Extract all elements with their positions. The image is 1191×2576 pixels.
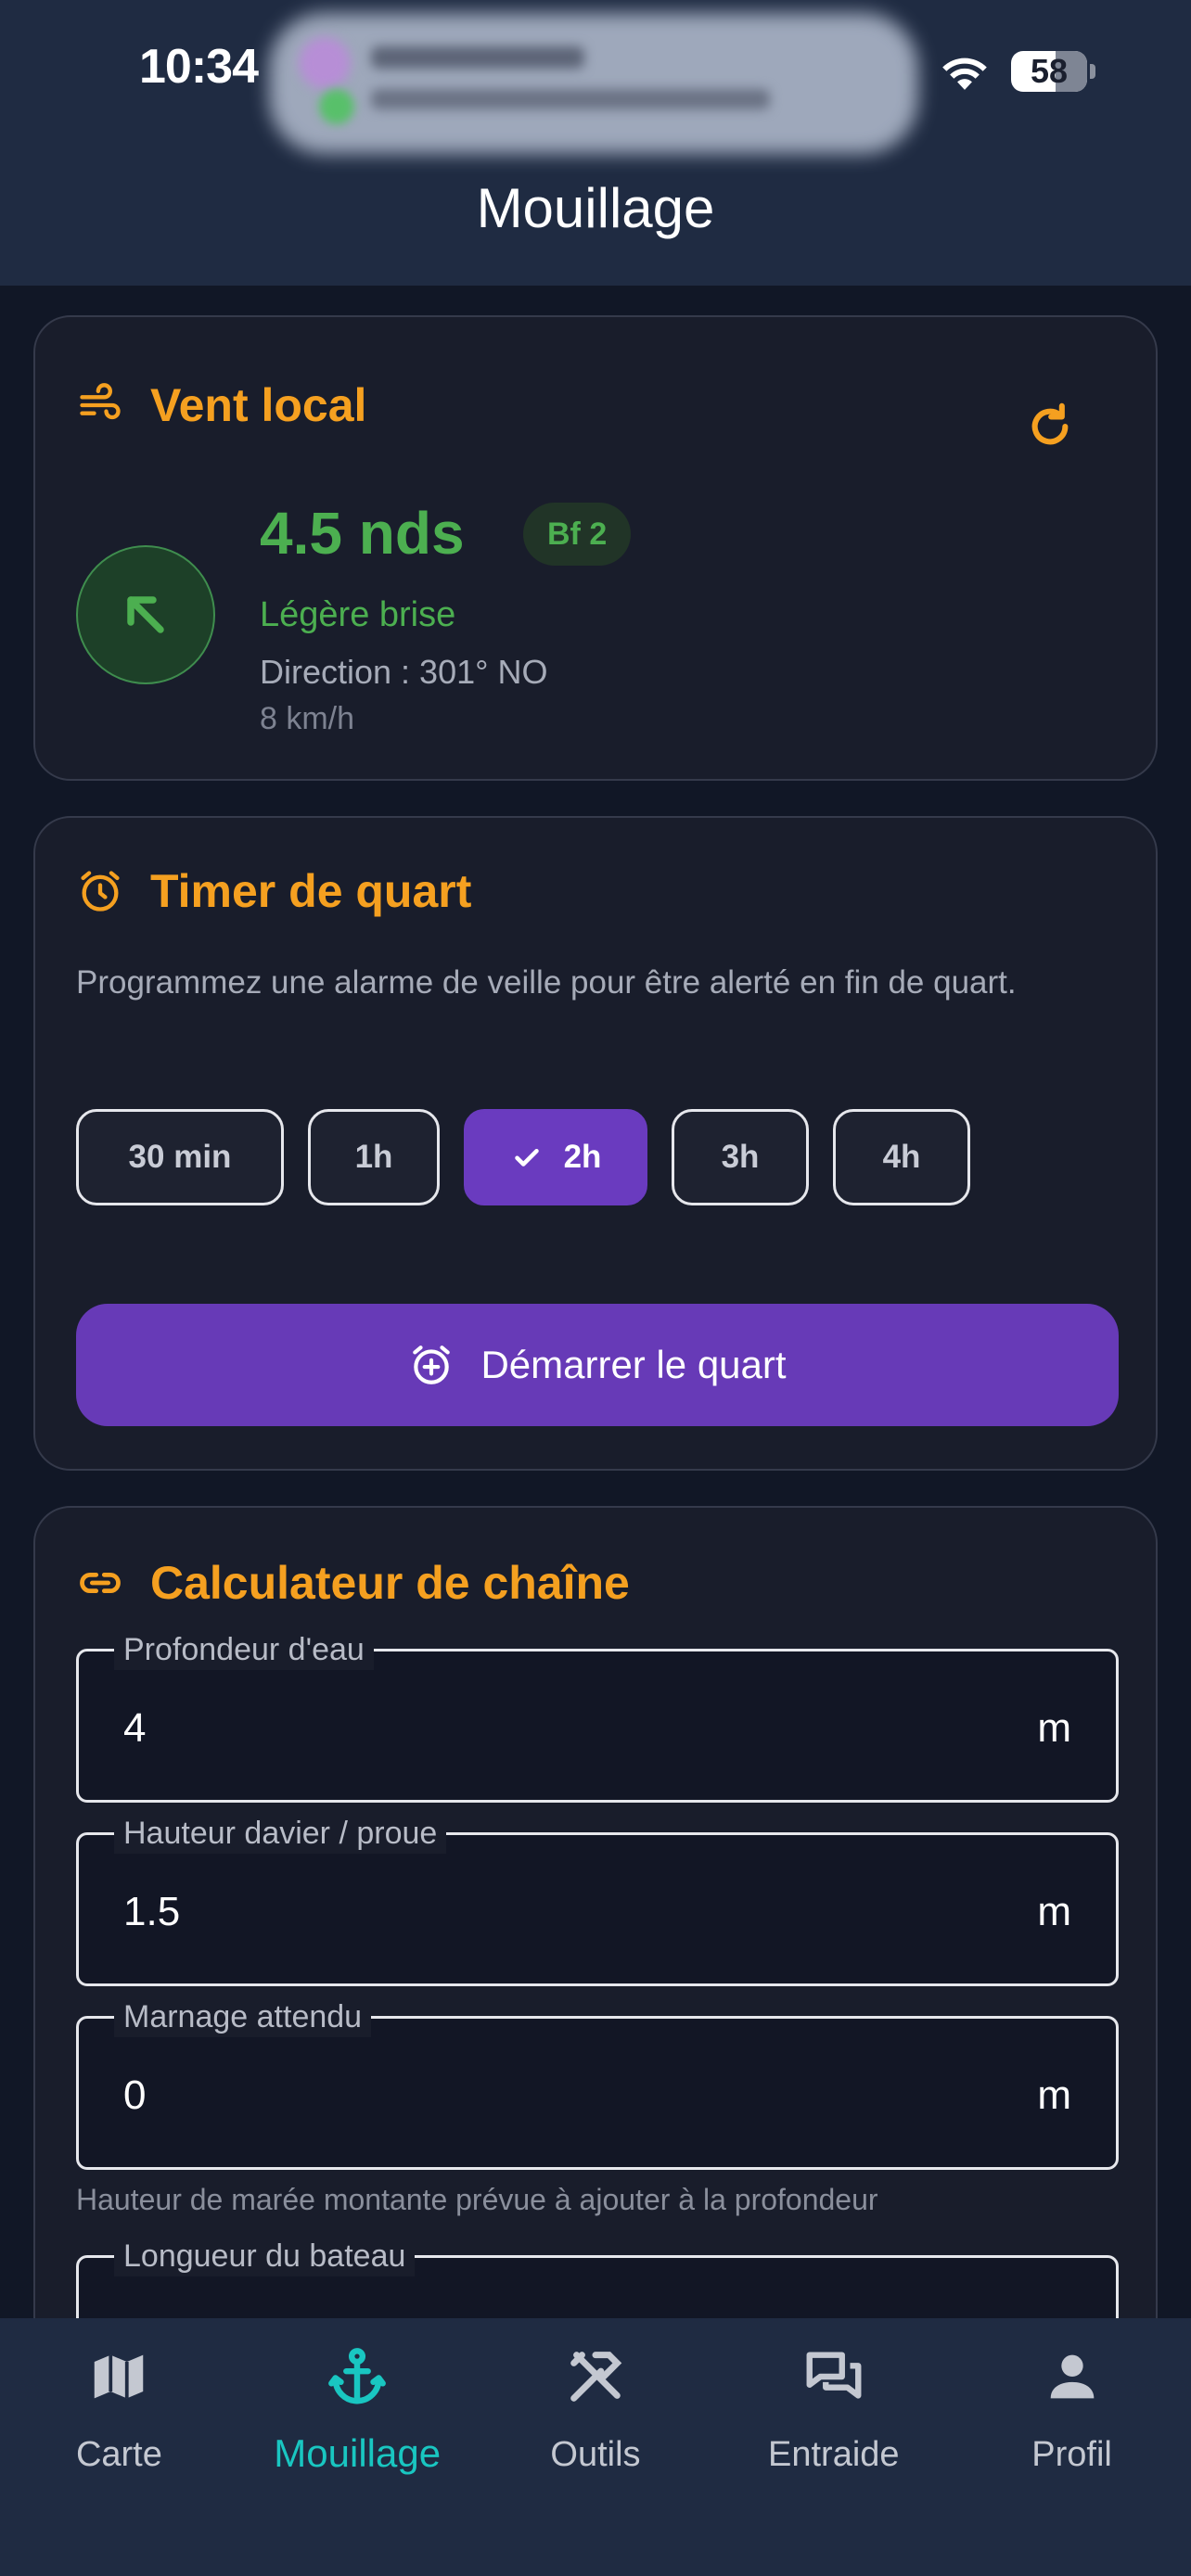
anchor-icon xyxy=(328,2348,387,2404)
status-time: 10:34 xyxy=(139,40,259,94)
timer-title: Timer de quart xyxy=(150,865,472,917)
app-header: 10:34 58 Mouillage xyxy=(0,0,1191,286)
forum-icon xyxy=(806,2352,862,2399)
chip-label: 1h xyxy=(354,1139,393,1175)
chip-label: 30 min xyxy=(128,1139,232,1175)
start-watch-button[interactable]: Démarrer le quart xyxy=(76,1304,1119,1426)
alarm-icon xyxy=(81,871,120,912)
nav-item-outils[interactable]: Outils xyxy=(477,2318,715,2576)
battery-indicator: 58 xyxy=(1011,51,1095,92)
wind-speed: 4.5 nds xyxy=(260,500,465,567)
battery-percent: 58 xyxy=(1030,52,1069,90)
nav-item-mouillage[interactable]: Mouillage xyxy=(238,2318,477,2576)
duration-chips: 30 min 1h 2h 3h 4h xyxy=(76,1109,970,1205)
timer-title-row: Timer de quart xyxy=(76,864,471,918)
link-icon xyxy=(80,1572,121,1594)
chip-4h[interactable]: 4h xyxy=(833,1109,970,1205)
wind-speed-kmh: 8 km/h xyxy=(260,701,355,736)
timer-description: Programmez une alarme de veille pour êtr… xyxy=(76,964,1017,1001)
map-icon xyxy=(95,2354,144,2399)
chip-label: 2h xyxy=(563,1139,602,1175)
start-watch-label: Démarrer le quart xyxy=(480,1343,787,1386)
status-indicators: 58 xyxy=(939,48,1095,95)
arrow-northwest-icon xyxy=(127,596,164,633)
field-value[interactable]: 1.5 xyxy=(123,1889,180,1935)
nav-label: Outils xyxy=(550,2435,641,2474)
field-value[interactable]: 4 xyxy=(123,1705,146,1752)
field-label: Marnage attendu xyxy=(114,1996,372,2037)
tools-icon xyxy=(570,2352,622,2402)
page-title: Mouillage xyxy=(476,177,715,239)
nav-label: Entraide xyxy=(768,2435,900,2474)
tidal-range-helper: Hauteur de marée montante prévue à ajout… xyxy=(76,2183,878,2216)
chip-1h[interactable]: 1h xyxy=(308,1109,440,1205)
wind-description: Légère brise xyxy=(260,595,456,634)
battery-tip xyxy=(1090,64,1095,79)
field-unit: m xyxy=(1037,1889,1071,1934)
field-label: Profondeur d'eau xyxy=(114,1629,374,1670)
nav-label: Mouillage xyxy=(274,2431,442,2475)
notification-avatar xyxy=(299,37,351,89)
person-icon xyxy=(1050,2354,1094,2399)
field-label: Hauteur davier / proue xyxy=(114,1813,447,1854)
chain-title: Calculateur de chaîne xyxy=(150,1557,630,1609)
wind-title-row: Vent local xyxy=(76,378,366,432)
wind-card: Vent local 4.5 nds Bf 2 Légère brise Dir… xyxy=(33,315,1158,781)
field-label: Longueur du bateau xyxy=(114,2236,416,2276)
nav-item-carte[interactable]: Carte xyxy=(0,2318,238,2576)
bottom-navigation: Carte Mouillage Outils Entraide Profil xyxy=(0,2318,1191,2576)
notification-background xyxy=(269,13,918,154)
chip-label: 4h xyxy=(882,1139,921,1175)
chain-title-row: Calculateur de chaîne xyxy=(76,1556,630,1610)
wind-direction-compass xyxy=(76,545,215,684)
bow-height-field[interactable]: Hauteur davier / proue 1.5 m xyxy=(76,1813,1119,1986)
notification-app-icon xyxy=(319,89,354,124)
wind-title: Vent local xyxy=(150,379,367,431)
nav-item-profil[interactable]: Profil xyxy=(953,2318,1191,2576)
watch-timer-card: Timer de quart Programmez une alarme de … xyxy=(33,816,1158,1471)
notification-preview xyxy=(371,89,770,109)
chip-label: 3h xyxy=(721,1139,760,1175)
nav-item-entraide[interactable]: Entraide xyxy=(714,2318,953,2576)
beaufort-badge: Bf 2 xyxy=(523,503,632,566)
chip-30-min[interactable]: 30 min xyxy=(76,1109,284,1205)
app-screen: 10:34 58 Mouillage Vent local 4.5 nds Bf… xyxy=(0,0,1191,2576)
battery-body: 58 xyxy=(1011,51,1087,92)
wind-direction-text: Direction : 301° NO xyxy=(260,653,548,691)
field-unit: m xyxy=(1037,2072,1071,2118)
tidal-range-field[interactable]: Marnage attendu 0 m xyxy=(76,1996,1119,2170)
wifi-icon xyxy=(942,57,987,90)
refresh-icon[interactable] xyxy=(1024,401,1076,453)
field-value[interactable]: 0 xyxy=(123,2072,146,2119)
alarm-add-icon xyxy=(413,1345,451,1384)
nav-label: Carte xyxy=(75,2435,162,2474)
chip-3h[interactable]: 3h xyxy=(672,1109,809,1205)
nav-label: Profil xyxy=(1031,2435,1112,2474)
field-unit: m xyxy=(1037,1705,1071,1751)
chip-2h-selected[interactable]: 2h xyxy=(464,1109,647,1205)
check-icon xyxy=(514,1149,539,1167)
air-icon xyxy=(80,383,121,420)
water-depth-field[interactable]: Profondeur d'eau 4 m xyxy=(76,1629,1119,1803)
notification-sender xyxy=(371,46,584,69)
